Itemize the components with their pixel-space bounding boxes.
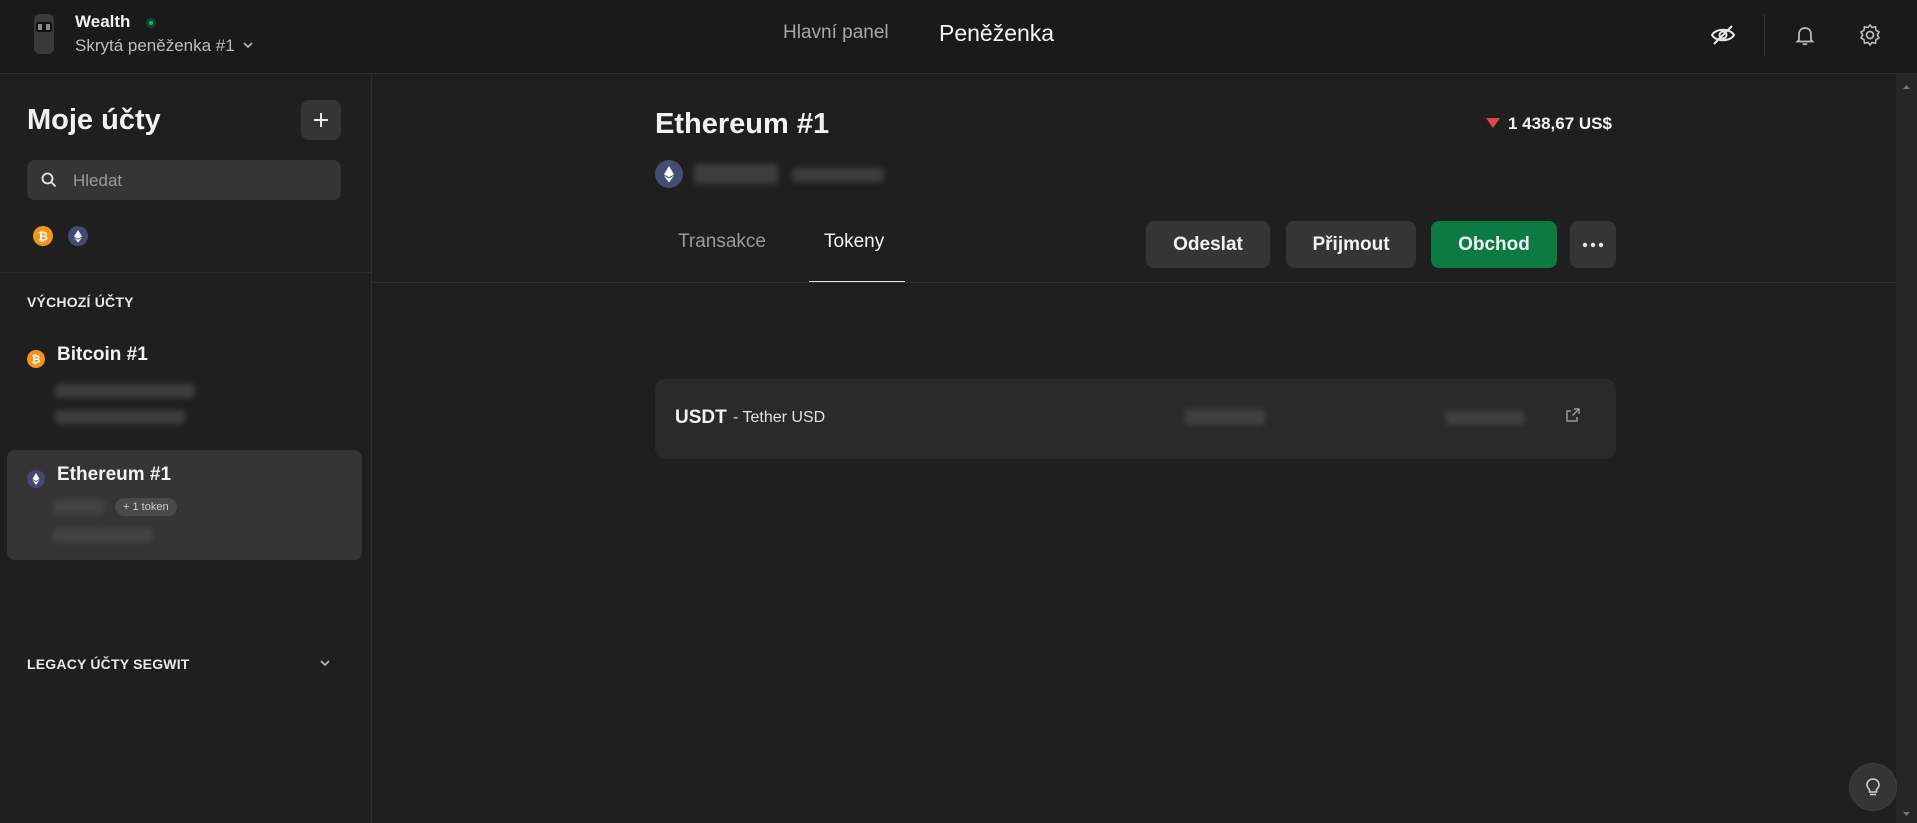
search-input[interactable] (71, 160, 335, 202)
lightbulb-icon (1866, 778, 1880, 796)
accounts-sidebar: Moje účty ₿ VÝCHOZÍ ÚČTY ₿ Bitcoin #1 Et… (0, 74, 372, 823)
account-search (27, 160, 341, 202)
account-title: Ethereum #1 (655, 108, 830, 140)
search-icon (41, 172, 57, 188)
fiat-change: 1 438,67 US$ (1486, 114, 1612, 134)
add-account-button[interactable] (301, 100, 341, 140)
token-row[interactable]: USDT - Tether USD (655, 379, 1616, 459)
settings-button[interactable] (1855, 20, 1885, 50)
account-name: Ethereum #1 (57, 464, 172, 485)
section-legacy-accounts[interactable]: LEGACY ÚČTY SEGWIT (27, 656, 190, 672)
header-divider (1764, 14, 1765, 56)
more-dots-icon (1582, 242, 1604, 247)
hidden-fiat-balance (55, 410, 185, 424)
tabs-divider (372, 282, 1896, 283)
hidden-token-balance (1185, 409, 1265, 425)
gear-icon (1859, 23, 1881, 47)
hidden-token-fiat (1445, 411, 1525, 425)
token-symbol: USDT (675, 407, 727, 428)
ethereum-icon (655, 160, 683, 188)
sidebar-title: Moje účty (27, 104, 161, 136)
bitcoin-icon: ₿ (27, 350, 45, 368)
receive-button[interactable]: Přijmout (1286, 221, 1416, 268)
nav-dashboard[interactable]: Hlavní panel (783, 22, 889, 44)
wallet-selector[interactable]: Skrytá peněženka #1 (75, 36, 255, 56)
external-link-icon[interactable] (1565, 407, 1581, 423)
hide-balances-button[interactable] (1708, 20, 1738, 50)
sidebar-item-ethereum-1[interactable]: Ethereum #1 + 1 token (7, 450, 362, 560)
connected-status-icon (146, 18, 156, 28)
hidden-fiat-balance (53, 528, 153, 542)
chevron-down-icon (243, 42, 253, 49)
fiat-change-value: 1 438,67 US$ (1508, 114, 1612, 133)
hidden-balance (53, 500, 105, 514)
hardware-wallet-icon[interactable] (32, 14, 56, 54)
token-name: - Tether USD (733, 409, 826, 426)
scroll-up-icon[interactable] (1896, 80, 1917, 94)
nav-wallet[interactable]: Peněženka (939, 20, 1054, 47)
notifications-button[interactable] (1790, 20, 1820, 50)
wallet-name[interactable]: Wealth (75, 12, 130, 32)
hidden-fiat-balance (792, 168, 884, 182)
section-default-accounts: VÝCHOZÍ ÚČTY (27, 294, 134, 310)
account-detail: Ethereum #1 1 438,67 US$ Transakce Token… (372, 74, 1896, 823)
ethereum-filter-icon[interactable] (68, 226, 88, 246)
scroll-down-icon[interactable] (1896, 807, 1917, 821)
tab-transactions[interactable]: Transakce (678, 231, 766, 253)
tips-button[interactable] (1849, 763, 1897, 811)
bitcoin-filter-icon[interactable]: ₿ (33, 226, 53, 246)
sidebar-item-bitcoin-1[interactable]: ₿ Bitcoin #1 (7, 330, 362, 440)
chevron-down-icon[interactable] (318, 656, 332, 670)
svg-text:₿: ₿ (32, 353, 41, 366)
triangle-down-icon (1486, 118, 1500, 128)
trade-button[interactable]: Obchod (1431, 221, 1557, 268)
svg-text:₿: ₿ (38, 230, 48, 244)
account-name: Bitcoin #1 (57, 344, 148, 365)
token-count-badge: + 1 token (115, 498, 177, 516)
hidden-crypto-balance (694, 164, 778, 184)
eye-off-icon (1710, 25, 1736, 45)
sidebar-divider (0, 272, 372, 273)
tab-tokens[interactable]: Tokeny (824, 231, 884, 253)
wallet-selector-label: Skrytá peněženka #1 (75, 36, 235, 55)
bell-icon (1795, 27, 1815, 46)
send-button[interactable]: Odeslat (1146, 221, 1270, 268)
hidden-balance (55, 384, 195, 398)
ethereum-icon (27, 470, 45, 488)
top-bar: Wealth Skrytá peněženka #1 Hlavní panel … (0, 0, 1917, 74)
more-actions-button[interactable] (1570, 221, 1616, 268)
scrollbar[interactable] (1896, 74, 1917, 823)
plus-icon (314, 113, 328, 127)
